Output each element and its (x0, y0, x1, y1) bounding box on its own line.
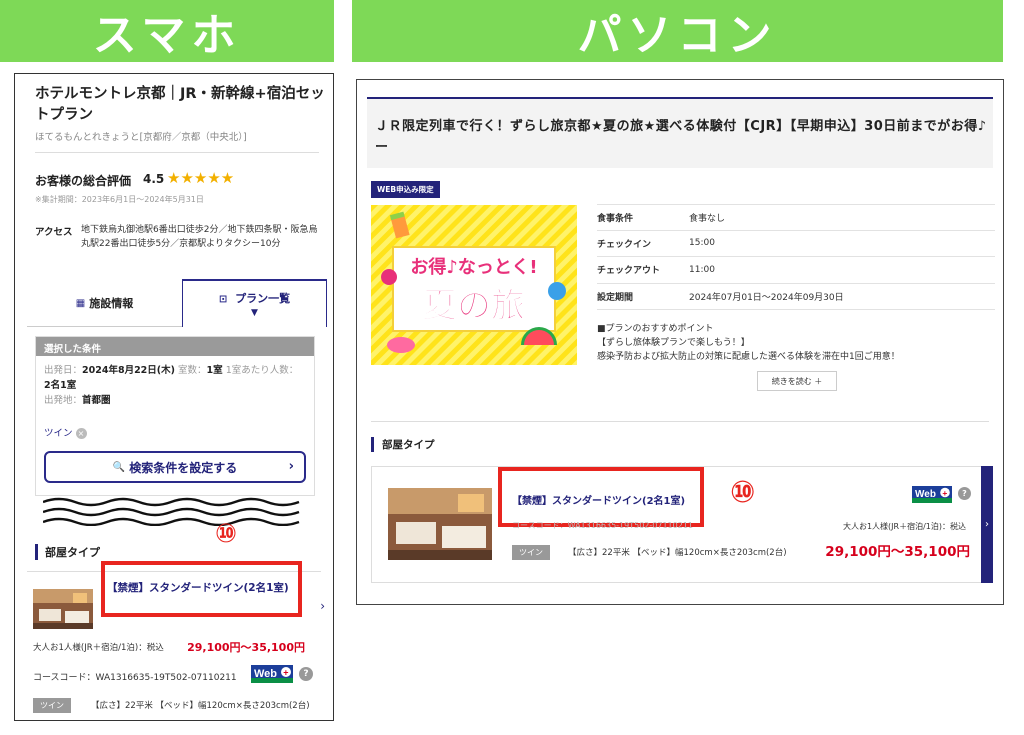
room-photo[interactable] (388, 488, 492, 560)
point-title: ■プランのおすすめポイント (597, 324, 714, 334)
filter-tag-twin[interactable]: ツイン × (44, 425, 87, 439)
hotel-kana: ほてるもんとれきょうと[京都府／京都（中央北）] (35, 132, 247, 143)
price-label: 大人お1人様(JR＋宿泊/1泊)：税込 (33, 643, 164, 653)
step-marker: ⑩ (730, 475, 756, 510)
room-type-heading: 部屋タイプ (35, 544, 100, 560)
svg-text:Web: Web (915, 489, 936, 500)
rating-label: お客様の総合評価 (35, 174, 132, 188)
plan-title: ＪＲ限定列車で行く！ずらし旅京都★夏の旅★選べる体験付【CJR】【早期申込】30… (375, 119, 987, 155)
highlight-box (101, 561, 302, 617)
rooms-value: 1室 (206, 365, 223, 376)
filter-tag-label: ツイン (44, 428, 73, 439)
spec-key: チェックアウト (597, 266, 661, 277)
spec-row: 食事条件 食事なし (597, 204, 995, 231)
web-only-badge: WEB申込み限定 (371, 181, 440, 198)
departure-label: 出発日： (44, 365, 83, 376)
pc-view: ＪＲ限定列車で行く！ずらし旅京都★夏の旅★選べる体験付【CJR】【早期申込】30… (356, 79, 1004, 605)
smartphone-view: ホテルモントレ京都｜JR・新幹線+宿泊セットプラン ほてるもんとれきょうと[京都… (14, 73, 334, 721)
chevron-right-icon[interactable]: › (320, 599, 325, 613)
web-badge-icon: Web + (912, 486, 952, 503)
room-spec: 【広さ】22平米 【ベッド】幅120cm×長さ203cm(2台) (91, 701, 310, 711)
spec-row: 設定期間 2024年07月01日〜2024年09月30日 (597, 284, 995, 310)
spec-row: チェックアウト 11:00 (597, 257, 995, 284)
access-text: 地下鉄烏丸御池駅6番出口徒歩2分／地下鉄四条駅・阪急烏丸駅22番出口徒歩5分／京… (81, 225, 318, 249)
price-label: 大人お1人様(JR＋宿泊/1泊)：税込 (842, 522, 966, 531)
spec-value: 食事なし (689, 213, 726, 224)
price: 29,100円〜35,100円 (187, 641, 305, 654)
course-code: コースコード：WA1316635-19T502-07110211 (33, 673, 237, 683)
spec-value: 15:00 (689, 238, 715, 249)
rating-score: 4.5 (143, 172, 165, 186)
per-room-label: 1室あたり人数： (225, 365, 299, 376)
selected-conditions: 選択した条件 出発日：2024年8月22日(木) 室数：1室 1室あたり人数： … (35, 336, 315, 496)
spec-key: 食事条件 (597, 213, 634, 224)
room-type-badge: ツイン (33, 698, 71, 713)
plan-spec-table: 食事条件 食事なし チェックイン 15:00 チェックアウト 11:00 設定期… (597, 204, 995, 310)
highlight-box (498, 467, 704, 527)
svg-text:夏の旅: 夏の旅 (423, 286, 525, 326)
button-label: 検索条件を設定する (129, 460, 238, 475)
tab-label: 施設情報 (89, 297, 134, 310)
help-icon[interactable]: ? (299, 667, 313, 681)
price: 29,100円〜35,100円 (825, 544, 970, 560)
svg-text:+: + (942, 488, 947, 498)
search-icon: 🔍 (112, 461, 126, 473)
star-rating-icon: ★★★★★ (167, 169, 235, 187)
help-icon[interactable]: ? (958, 487, 971, 500)
spec-key: チェックイン (597, 239, 652, 250)
point-line: 感染予防および拡大防止の対策に配慮した選べる体験を滞在中1回ご用意！ (597, 352, 900, 362)
spec-row: チェックイン 15:00 (597, 231, 995, 257)
access-label: アクセス (35, 227, 73, 238)
point-line: 【ずらし旅体験プランで楽しもう！】 (597, 338, 750, 348)
departure-date: 2024年8月22日(木) (82, 365, 175, 376)
plan-list-icon: ⊡ (218, 294, 228, 305)
room-type-badge: ツイン (512, 545, 550, 560)
summer-trip-promo-image: お得♪なっとく! 夏の旅 (371, 205, 577, 365)
pc-banner: パソコン (352, 0, 1003, 62)
step-marker: ⑩ (215, 519, 238, 549)
divider (371, 421, 989, 422)
wave-divider-icon (43, 497, 300, 526)
rooms-label: 室数： (178, 365, 207, 376)
room-type-heading: 部屋タイプ (371, 437, 435, 452)
svg-text:Web: Web (254, 668, 277, 680)
chevron-down-icon: ▼ (251, 308, 258, 318)
origin-label: 出発地： (44, 395, 83, 406)
web-badge-icon: Web + (251, 665, 293, 683)
set-search-conditions-button[interactable]: 🔍 検索条件を設定する › (44, 451, 306, 483)
hotel-name[interactable]: ホテルモントレ京都｜JR・新幹線+宿泊セットプラン (35, 84, 325, 126)
origin-value: 首都圏 (82, 395, 111, 406)
spec-value: 2024年07月01日〜2024年09月30日 (689, 292, 844, 303)
close-icon[interactable]: × (75, 428, 87, 439)
plan-title-area: ＪＲ限定列車で行く！ずらし旅京都★夏の旅★選べる体験付【CJR】【早期申込】30… (367, 99, 993, 168)
facility-icon: ▦ (75, 297, 86, 309)
tab-label: プラン一覧 (235, 292, 291, 305)
svg-text:+: + (283, 668, 288, 678)
smartphone-banner: スマホ (0, 0, 334, 62)
chevron-right-icon: › (288, 459, 294, 474)
room-card[interactable]: 【禁煙】スタンダードツイン(2名1室) ⑩ コースコード：WA1316635-1… (371, 466, 993, 583)
svg-text:お得♪なっとく!: お得♪なっとく! (410, 256, 537, 278)
spec-key: 設定期間 (597, 292, 634, 303)
condition-row: 出発日：2024年8月22日(木) 室数：1室 1室あたり人数： (44, 362, 298, 376)
spec-value: 11:00 (689, 264, 715, 275)
room-photo[interactable] (33, 589, 93, 629)
room-spec: 【広さ】22平米 【ベッド】幅120cm×長さ203cm(2台) (568, 548, 787, 558)
tab-facility-info[interactable]: ▦ 施設情報 (27, 279, 182, 327)
divider (35, 152, 319, 153)
rating-period: ※集計期間：2023年6月1日〜2024年5月31日 (35, 195, 204, 204)
course-code: コースコード：WA1316635-19T502-07110211 (512, 521, 694, 530)
recommended-points: ■プランのおすすめポイント 【ずらし旅体験プランで楽しもう！】 感染予防および拡… (597, 322, 900, 364)
read-more-button[interactable]: 続きを読む ＋ (757, 371, 837, 391)
chevron-right-icon[interactable]: › (981, 466, 993, 583)
per-room-value: 2名1室 (44, 380, 77, 391)
tab-plan-list[interactable]: ⊡ プラン一覧 ▼ (182, 279, 327, 327)
condition-row: 2名1室 (44, 377, 76, 391)
condition-row: 出発地：首都圏 (44, 392, 111, 406)
tab-bar: ▦ 施設情報 ⊡ プラン一覧 ▼ (27, 279, 327, 327)
conditions-heading: 選択した条件 (36, 337, 314, 356)
